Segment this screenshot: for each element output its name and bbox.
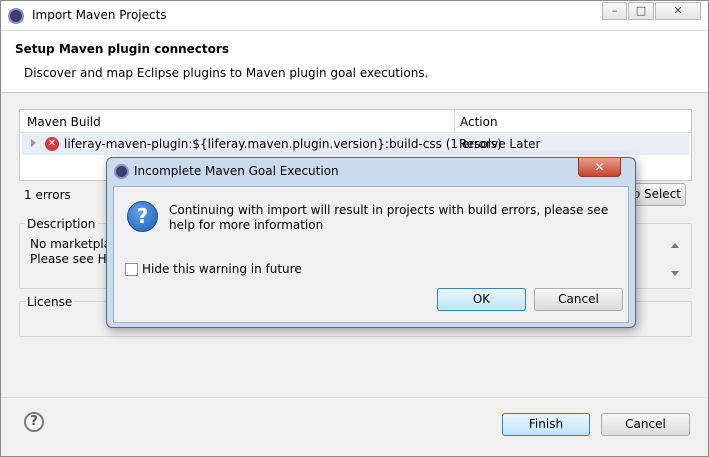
dialog-ok-button[interactable]: OK [437, 288, 526, 311]
eclipse-icon [8, 8, 24, 24]
dialog-title: Incomplete Maven Goal Execution [134, 164, 339, 178]
scroll-down-icon[interactable] [671, 271, 679, 276]
column-action[interactable]: Action [460, 115, 498, 129]
maven-build-cell: liferay-maven-plugin:${liferay.maven.plu… [64, 137, 502, 151]
dialog-cancel-button[interactable]: Cancel [534, 288, 623, 311]
expand-arrow-icon[interactable] [31, 139, 36, 147]
minimize-button[interactable]: – [602, 2, 627, 20]
question-icon: ? [127, 201, 158, 232]
license-label: License [25, 295, 75, 309]
incomplete-goal-dialog: Incomplete Maven Goal Execution ✕ ? Cont… [106, 157, 636, 328]
column-divider [454, 110, 455, 133]
help-icon[interactable]: ? [24, 412, 44, 432]
page-subtitle: Discover and map Eclipse plugins to Mave… [24, 66, 429, 80]
errors-count: 1 errors [24, 188, 71, 202]
dialog-body: ? Continuing with import will result in … [113, 186, 629, 323]
wizard-header: Setup Maven plugin connectors Discover a… [1, 31, 708, 93]
cancel-button[interactable]: Cancel [601, 413, 690, 436]
footer-divider [1, 397, 708, 398]
finish-button[interactable]: Finish [502, 413, 590, 436]
dialog-message: Continuing with import will result in pr… [169, 203, 609, 232]
close-button[interactable]: ✕ [655, 2, 701, 20]
hide-warning-checkbox[interactable] [125, 263, 138, 276]
dialog-close-button[interactable]: ✕ [578, 158, 621, 177]
description-line-1: No marketplac [30, 237, 118, 251]
scroll-up-icon[interactable] [671, 243, 679, 248]
window-title: Import Maven Projects [32, 8, 167, 22]
error-icon: ✕ [45, 137, 59, 151]
column-maven-build[interactable]: Maven Build [27, 115, 101, 129]
table-header: Maven Build Action [20, 110, 691, 133]
maximize-button[interactable]: □ [628, 2, 654, 20]
description-line-2: Please see Hel [30, 252, 118, 266]
table-row[interactable]: ✕ liferay-maven-plugin:${liferay.maven.p… [22, 134, 689, 155]
eclipse-icon [114, 164, 129, 179]
hide-warning-label[interactable]: Hide this warning in future [142, 262, 302, 276]
description-label: Description [25, 217, 98, 231]
page-title: Setup Maven plugin connectors [15, 42, 229, 56]
action-cell[interactable]: Resolve Later [459, 137, 540, 151]
window-titlebar: Import Maven Projects – □ ✕ [1, 1, 708, 31]
